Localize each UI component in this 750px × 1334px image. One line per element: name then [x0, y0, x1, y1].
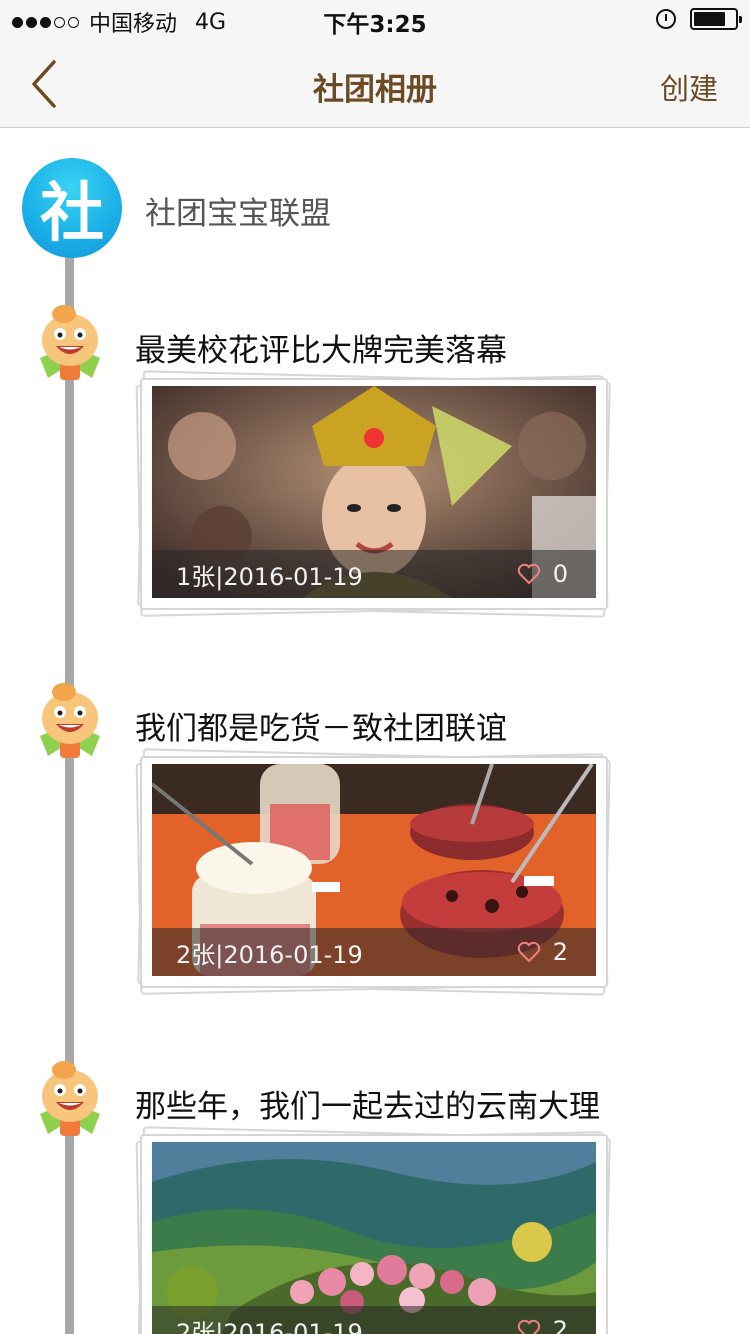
album-meta-bar: 2张|2016-01-19 2 — [152, 928, 596, 976]
navigation-bar: 社团相册 创建 — [0, 40, 750, 128]
album-info: 2张|2016-01-19 — [176, 940, 363, 969]
status-time: 下午3:25 — [323, 12, 427, 38]
timeline-line — [65, 250, 74, 1334]
album-cover-photo: 2张|2016-01-19 2 — [152, 1142, 596, 1334]
heart-icon — [517, 563, 540, 585]
album-info: 2张|2016-01-19 — [176, 1318, 363, 1334]
alarm-icon — [656, 9, 676, 29]
page-title: 社团相册 — [313, 72, 437, 108]
status-right — [656, 8, 742, 30]
album-card[interactable]: 2张|2016-01-19 2 — [134, 748, 614, 1000]
like-count: 2 — [552, 1316, 568, 1334]
heart-icon — [517, 941, 540, 963]
like-group[interactable]: 2 — [517, 938, 568, 966]
like-count: 2 — [552, 938, 568, 966]
cartoon-avatar-icon — [34, 302, 106, 382]
create-button[interactable]: 创建 — [660, 66, 718, 108]
album-cover-photo: 2张|2016-01-19 2 — [152, 764, 596, 976]
club-name: 社团宝宝联盟 — [145, 196, 331, 232]
album-title[interactable]: 那些年，我们一起去过的云南大理 — [135, 1081, 600, 1126]
album-meta-bar: 2张|2016-01-19 2 — [152, 1306, 596, 1334]
album-meta-bar: 1张|2016-01-19 0 — [152, 550, 596, 598]
club-avatar[interactable]: 社 — [22, 158, 122, 258]
like-count: 0 — [552, 560, 568, 588]
album-info: 1张|2016-01-19 — [176, 562, 363, 591]
album-title[interactable]: 最美校花评比大牌完美落幕 — [135, 325, 507, 370]
like-group[interactable]: 0 — [517, 560, 568, 588]
album-cover-photo: 1张|2016-01-19 0 — [152, 386, 596, 598]
like-group[interactable]: 2 — [517, 1316, 568, 1334]
album-card[interactable]: 2张|2016-01-19 2 — [134, 1126, 614, 1334]
album-card[interactable]: 1张|2016-01-19 0 — [134, 370, 614, 622]
status-bar: 中国移动 4G 下午3:25 — [0, 0, 750, 40]
cartoon-avatar-icon — [34, 680, 106, 760]
club-avatar-text: 社 — [40, 177, 104, 251]
album-title[interactable]: 我们都是吃货－致社团联谊 — [135, 703, 507, 748]
battery-icon — [690, 8, 742, 30]
heart-icon — [517, 1319, 540, 1334]
cartoon-avatar-icon — [34, 1058, 106, 1138]
